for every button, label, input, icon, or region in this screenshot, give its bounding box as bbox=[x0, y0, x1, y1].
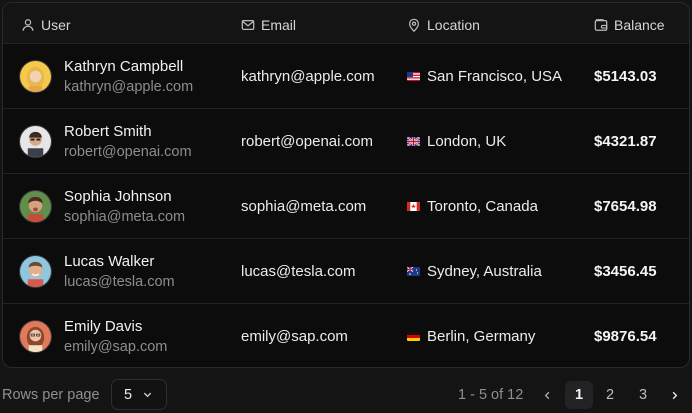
location-cell: Sydney, Australia bbox=[407, 263, 542, 280]
email-cell: lucas@tesla.com bbox=[241, 263, 356, 280]
user-email-secondary: lucas@tesla.com bbox=[64, 274, 175, 290]
user-name: Emily Davis bbox=[64, 318, 143, 335]
chevron-right-icon bbox=[672, 391, 677, 399]
chevron-left-icon bbox=[544, 391, 549, 399]
page-button-3[interactable]: 3 bbox=[630, 381, 656, 409]
avatar bbox=[19, 255, 52, 288]
pagination-footer: Rows per page 5 1 - 5 of 12 1 2 3 bbox=[0, 378, 692, 412]
balance-cell: $3456.45 bbox=[594, 263, 657, 280]
rows-per-page-label: Rows per page bbox=[2, 387, 100, 403]
location-cell: San Francisco, USA bbox=[407, 68, 562, 85]
location-cell: London, UK bbox=[407, 133, 506, 150]
map-pin-icon bbox=[409, 18, 419, 32]
australia-flag-icon bbox=[407, 267, 420, 276]
page-button-1[interactable]: 1 bbox=[565, 381, 593, 409]
table-row[interactable]: Emily Davis emily@sap.com emily@sap.com … bbox=[3, 304, 689, 367]
user-name: Robert Smith bbox=[64, 123, 152, 140]
table-header: User Email Location Balance bbox=[3, 3, 689, 44]
column-header-user[interactable]: User bbox=[21, 17, 71, 33]
email-cell: emily@sap.com bbox=[241, 328, 348, 345]
previous-page-button[interactable] bbox=[538, 381, 556, 409]
germany-flag-icon bbox=[407, 332, 420, 341]
table-row[interactable]: Sophia Johnson sophia@meta.com sophia@me… bbox=[3, 174, 689, 239]
avatar bbox=[19, 125, 52, 158]
location-text: San Francisco, USA bbox=[427, 68, 563, 85]
next-page-button[interactable] bbox=[665, 381, 683, 409]
wallet-icon bbox=[594, 19, 608, 31]
table-row[interactable]: Lucas Walker lucas@tesla.com lucas@tesla… bbox=[3, 239, 689, 304]
column-header-email-label: Email bbox=[261, 17, 297, 33]
avatar bbox=[19, 60, 52, 93]
user-name: Sophia Johnson bbox=[64, 188, 172, 205]
balance-cell: $4321.87 bbox=[594, 133, 657, 150]
column-header-user-label: User bbox=[41, 17, 71, 33]
user-email-secondary: emily@sap.com bbox=[64, 339, 168, 355]
page-button-2[interactable]: 2 bbox=[597, 381, 623, 409]
location-text: Toronto, Canada bbox=[427, 198, 538, 215]
user-icon bbox=[22, 19, 34, 31]
users-table: User Email Location Balance Kathryn Camp… bbox=[2, 2, 690, 368]
column-header-location-label: Location bbox=[427, 17, 480, 33]
location-cell: Berlin, Germany bbox=[407, 328, 535, 345]
user-email-secondary: sophia@meta.com bbox=[64, 209, 186, 225]
table-row[interactable]: Kathryn Campbell kathryn@apple.com kathr… bbox=[3, 44, 689, 109]
us-flag-icon bbox=[407, 72, 420, 81]
rows-per-page-value: 5 bbox=[124, 386, 133, 403]
email-cell: robert@openai.com bbox=[241, 133, 373, 150]
location-text: Berlin, Germany bbox=[427, 328, 536, 345]
mail-icon bbox=[241, 20, 255, 30]
location-text: London, UK bbox=[427, 133, 507, 150]
chevron-down-icon bbox=[143, 392, 152, 398]
avatar bbox=[19, 320, 52, 353]
location-cell: Toronto, Canada bbox=[407, 198, 538, 215]
email-cell: kathryn@apple.com bbox=[241, 68, 375, 85]
email-cell: sophia@meta.com bbox=[241, 198, 367, 215]
location-text: Sydney, Australia bbox=[427, 263, 542, 280]
user-email-secondary: robert@openai.com bbox=[64, 144, 192, 160]
column-header-location[interactable]: Location bbox=[407, 17, 480, 33]
table-row[interactable]: Robert Smith robert@openai.com robert@op… bbox=[3, 109, 689, 174]
user-name: Lucas Walker bbox=[64, 253, 155, 270]
column-header-balance[interactable]: Balance bbox=[594, 17, 665, 33]
pagination-range: 1 - 5 of 12 bbox=[458, 387, 524, 403]
user-email-secondary: kathryn@apple.com bbox=[64, 79, 194, 95]
balance-cell: $7654.98 bbox=[594, 198, 657, 215]
avatar bbox=[19, 190, 52, 223]
balance-cell: $5143.03 bbox=[594, 68, 657, 85]
canada-flag-icon bbox=[407, 202, 420, 211]
balance-cell: $9876.54 bbox=[594, 328, 657, 345]
column-header-email[interactable]: Email bbox=[241, 17, 296, 33]
column-header-balance-label: Balance bbox=[614, 17, 665, 33]
uk-flag-icon bbox=[407, 137, 420, 146]
user-name: Kathryn Campbell bbox=[64, 58, 184, 75]
rows-per-page-select[interactable]: 5 bbox=[111, 379, 167, 410]
